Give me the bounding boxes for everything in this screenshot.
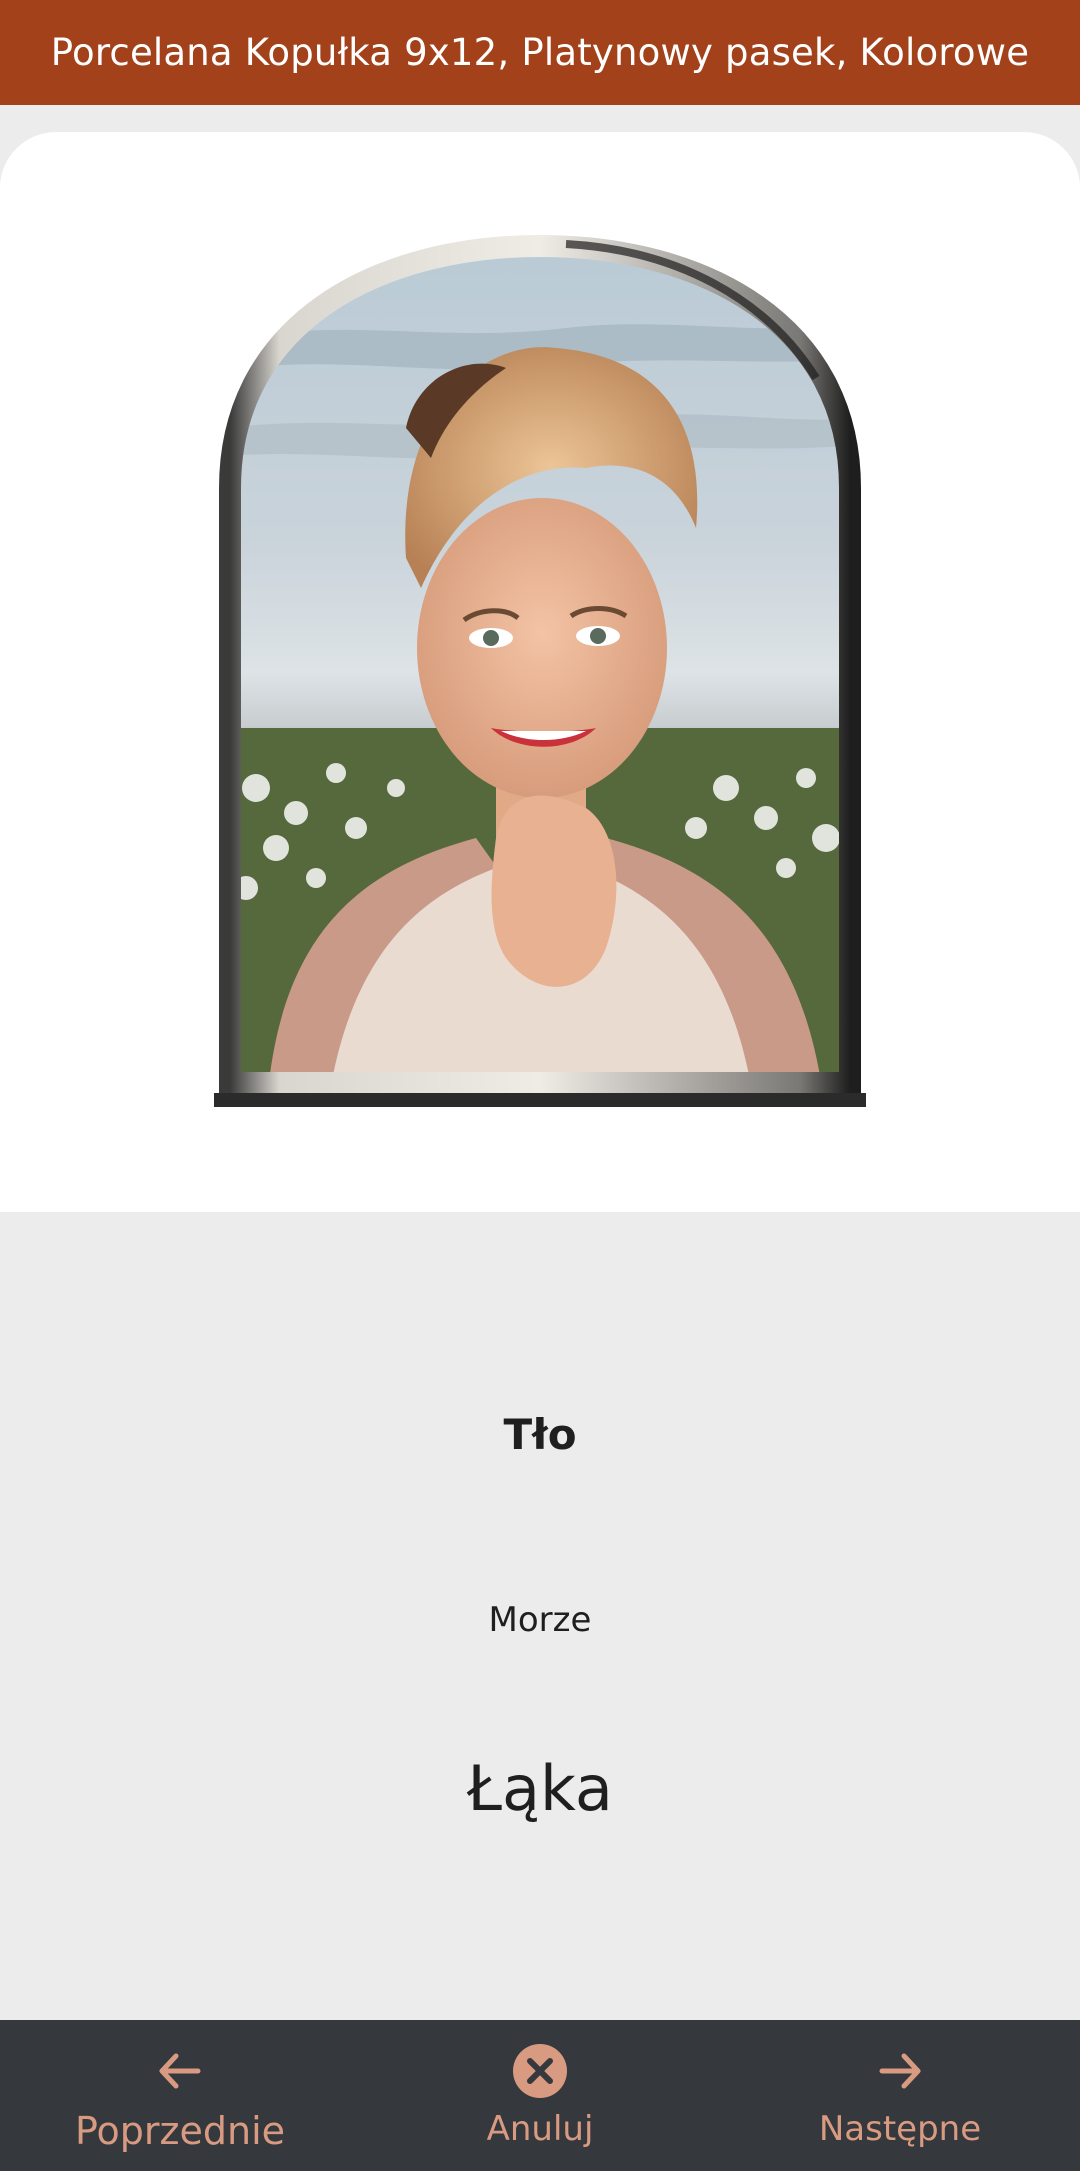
background-section-title: Tło [503, 1410, 577, 1459]
cancel-label: Anuluj [486, 2109, 594, 2149]
background-option-laka-selected[interactable]: Łąka [0, 1752, 1080, 1825]
cancel-button[interactable]: Anuluj [400, 2020, 680, 2171]
previous-button[interactable]: Poprzednie [40, 2020, 320, 2171]
porcelain-dome-preview [206, 228, 874, 1118]
arrow-left-icon [152, 2043, 208, 2099]
next-button[interactable]: Następne [760, 2020, 1040, 2171]
previous-label: Poprzednie [74, 2109, 286, 2153]
page-title: Porcelana Kopułka 9x12, Platynowy pasek,… [50, 31, 1030, 74]
bottom-navigation: Poprzednie Anuluj Następne [0, 2020, 1080, 2171]
portrait-image [214, 234, 866, 1107]
background-option-morze[interactable]: Morze [0, 1600, 1080, 1640]
preview-card [0, 132, 1080, 1212]
arrow-right-icon [872, 2043, 928, 2099]
close-circle-icon [512, 2043, 568, 2099]
next-label: Następne [818, 2109, 982, 2149]
app-header: Porcelana Kopułka 9x12, Platynowy pasek,… [0, 0, 1080, 105]
